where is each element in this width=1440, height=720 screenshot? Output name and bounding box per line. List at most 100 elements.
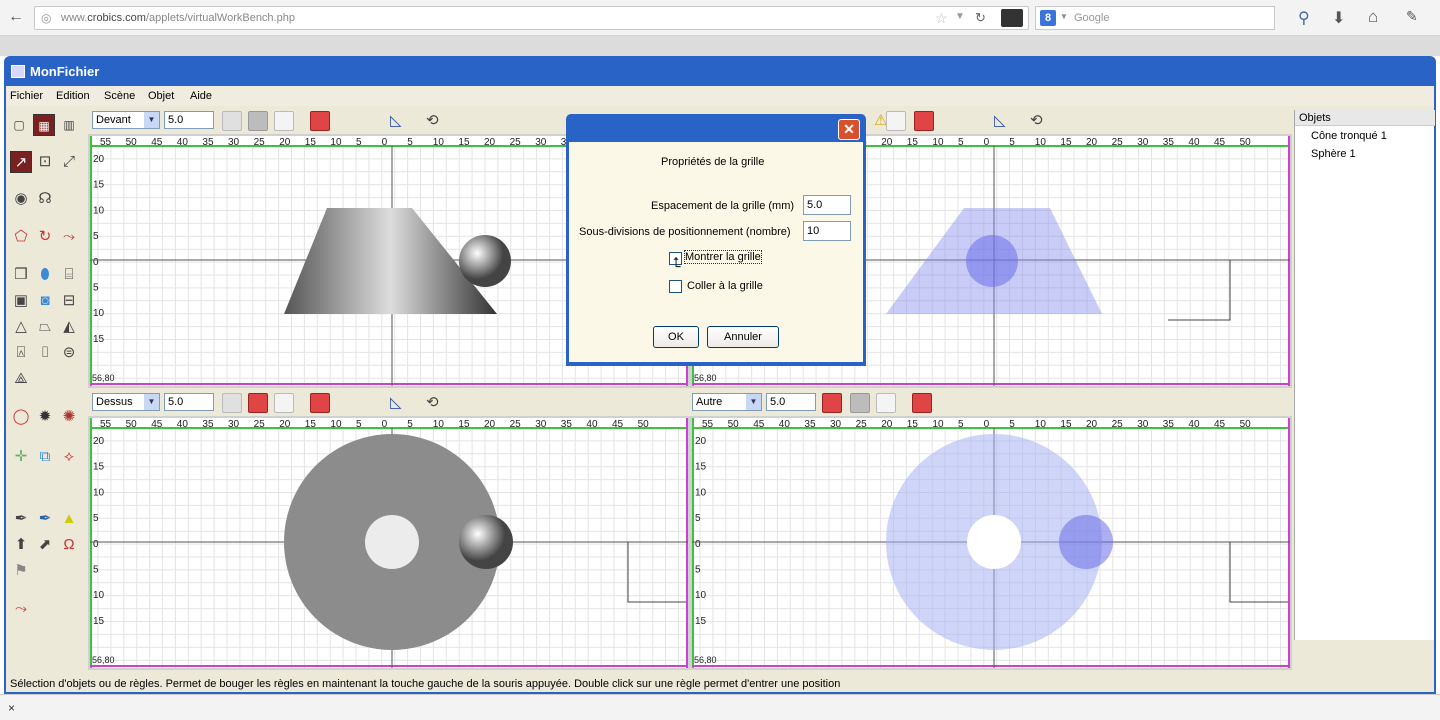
- export-icon[interactable]: ⬆: [10, 534, 32, 556]
- circle-icon[interactable]: ◯: [10, 406, 32, 428]
- snap-grid-label[interactable]: Coller à la grille: [687, 280, 763, 292]
- home-icon[interactable]: ⌂: [1368, 7, 1378, 27]
- ok-button[interactable]: OK: [653, 326, 699, 348]
- close-notification-icon[interactable]: ×: [8, 701, 15, 715]
- wire-cube-icon[interactable]: [274, 393, 294, 413]
- view-eye-icon[interactable]: ◉: [10, 188, 32, 210]
- object-item-cone[interactable]: Cône tronqué 1: [1311, 130, 1387, 142]
- reload-icon[interactable]: ↻: [975, 10, 986, 26]
- viewport-other[interactable]: 55 50 45 40 35 30 25 20 15 10 5 0 5 10 15 20 25 30 35 40 45 5…: [690, 416, 1292, 670]
- dropdown-arrow-icon[interactable]: ▼: [955, 11, 965, 22]
- axis-icon[interactable]: ◺: [390, 393, 402, 411]
- subdiv-input[interactable]: 10: [803, 221, 851, 241]
- search-box[interactable]: 8 ▼ Google: [1035, 6, 1275, 30]
- cylinder-hole-icon[interactable]: ⊟: [58, 290, 80, 312]
- spacing-input[interactable]: 5.0: [803, 195, 851, 215]
- view-select-4[interactable]: Autre ▼: [692, 393, 762, 411]
- object-item-sphere[interactable]: Sphère 1: [1311, 148, 1356, 160]
- grid-value-3[interactable]: 5.0: [164, 393, 214, 411]
- menu-aide[interactable]: Aide: [190, 90, 212, 102]
- tube-icon[interactable]: ⌷: [34, 342, 56, 364]
- curve-icon[interactable]: ↻: [34, 226, 56, 248]
- split-view-icon[interactable]: ▥: [58, 114, 80, 136]
- cone-hole-icon[interactable]: ⍓: [10, 342, 32, 364]
- solid-cube-icon[interactable]: [822, 393, 842, 413]
- feedback-flag-icon[interactable]: [1001, 9, 1023, 27]
- engine-dropdown-icon[interactable]: ▼: [1060, 12, 1068, 21]
- ellipsoid-icon[interactable]: ⬮: [34, 264, 56, 286]
- measure-icon[interactable]: ⤳: [10, 598, 32, 620]
- single-view-icon[interactable]: ▢: [8, 114, 30, 136]
- view-select-1[interactable]: Devant ▼: [92, 111, 160, 129]
- path-icon[interactable]: ⤳: [58, 226, 80, 248]
- red-plane-icon[interactable]: [914, 111, 934, 131]
- grid-value-4[interactable]: 5.0: [766, 393, 816, 411]
- thread-icon[interactable]: ⊜: [58, 342, 80, 364]
- light-icon[interactable]: ▲: [58, 508, 80, 530]
- cone-icon[interactable]: △: [10, 316, 32, 338]
- axis-icon[interactable]: ◺: [390, 111, 402, 129]
- magnifier-icon[interactable]: ⚲: [1298, 8, 1310, 28]
- sphere-hole-icon[interactable]: ◙: [34, 290, 56, 312]
- gear-icon[interactable]: ✹: [34, 406, 56, 428]
- red-plane-icon[interactable]: [912, 393, 932, 413]
- download-icon[interactable]: ⬇: [1332, 8, 1345, 28]
- magnet-icon[interactable]: Ω: [58, 534, 80, 556]
- shaded-cube-icon[interactable]: [222, 393, 242, 413]
- rotate-view-icon[interactable]: ⟲: [1030, 111, 1043, 129]
- cross-icon[interactable]: ✛: [10, 446, 32, 468]
- brush-icon[interactable]: ✒: [10, 508, 32, 530]
- bookmark-star-icon[interactable]: ☆: [935, 10, 948, 27]
- back-arrow-icon[interactable]: ←: [8, 8, 24, 26]
- flag-icon[interactable]: ⚑: [10, 560, 32, 582]
- rotate-view-icon[interactable]: ⟲: [426, 111, 439, 129]
- red-plane-icon[interactable]: [310, 111, 330, 131]
- solid-cube-icon[interactable]: [248, 111, 268, 131]
- triangle-path-icon[interactable]: ⟡: [58, 446, 80, 468]
- select-arrow-icon[interactable]: ↗: [10, 151, 32, 173]
- transform-icon[interactable]: ⧉: [34, 446, 56, 468]
- viewport-top[interactable]: 55 50 45 40 35 30 25 20 15 10 5 0 5 10 15 20 25 30 35 40 45 5…: [88, 416, 690, 670]
- menu-edition[interactable]: Edition: [56, 90, 90, 102]
- sprocket-icon[interactable]: ✺: [58, 406, 80, 428]
- sphere-top: [459, 515, 513, 569]
- close-icon[interactable]: ✕: [838, 119, 860, 140]
- menu-scene[interactable]: Scène: [104, 90, 135, 102]
- view-select-3[interactable]: Dessus ▼: [92, 393, 160, 411]
- ruler-y-label: 0: [695, 539, 701, 550]
- shaded-cube-icon[interactable]: [850, 393, 870, 413]
- ruler-x-label: 15: [907, 419, 919, 430]
- box-icon[interactable]: ❒: [10, 264, 32, 286]
- show-grid-label[interactable]: Montrer la grille: [684, 250, 762, 264]
- ruler-x-label: 25: [254, 419, 266, 430]
- wire-cube-icon[interactable]: [876, 393, 896, 413]
- menu-objet[interactable]: Objet: [148, 90, 174, 102]
- polygon-icon[interactable]: ⬠: [10, 226, 32, 248]
- shaded-cube-icon[interactable]: [222, 111, 242, 131]
- address-bar[interactable]: ◎ www.crobics.com/applets/virtualWorkBen…: [34, 6, 1029, 30]
- move-icon[interactable]: ⊡: [34, 151, 56, 173]
- export2-icon[interactable]: ⬈: [34, 534, 56, 556]
- prism-icon[interactable]: ⟁: [10, 368, 32, 390]
- pyramid-icon[interactable]: ◭: [58, 316, 80, 338]
- google-engine-icon[interactable]: 8: [1040, 10, 1056, 26]
- truncated-cone-icon[interactable]: ⏢: [34, 316, 56, 338]
- cylinder-icon[interactable]: ⌸: [58, 264, 80, 286]
- quad-view-icon[interactable]: ▦: [33, 114, 55, 136]
- cancel-button[interactable]: Annuler: [707, 326, 779, 348]
- scale-icon[interactable]: ⤢: [58, 151, 80, 173]
- rotate-view-icon[interactable]: ⟲: [426, 393, 439, 411]
- addon-icon[interactable]: ✎: [1406, 8, 1418, 25]
- orbit-icon[interactable]: ☊: [34, 188, 56, 210]
- wire-cube-icon[interactable]: [274, 111, 294, 131]
- menu-fichier[interactable]: Fichier: [10, 90, 43, 102]
- red-plane-icon[interactable]: [310, 393, 330, 413]
- grid-value-1[interactable]: 5.0: [164, 111, 214, 129]
- paint-icon[interactable]: ✒: [34, 508, 56, 530]
- snap-grid-checkbox[interactable]: [669, 280, 682, 293]
- axis-icon[interactable]: ◺: [994, 111, 1006, 129]
- search-placeholder: Google: [1074, 12, 1110, 24]
- solid-cube-icon[interactable]: [248, 393, 268, 413]
- box-hole-icon[interactable]: ▣: [10, 290, 32, 312]
- wire-cube-icon[interactable]: [886, 111, 906, 131]
